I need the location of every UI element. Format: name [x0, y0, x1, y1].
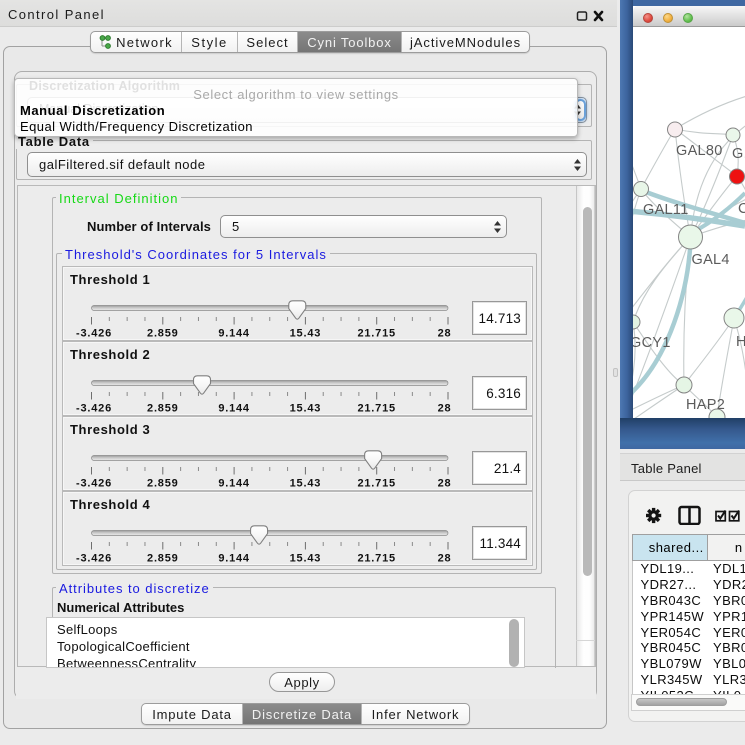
svg-text:-3.426: -3.426: [76, 403, 112, 415]
svg-text:21.715: 21.715: [357, 553, 395, 565]
svg-text:21.715: 21.715: [357, 328, 395, 340]
svg-text:-3.426: -3.426: [76, 478, 112, 490]
svg-text:21.715: 21.715: [357, 403, 395, 415]
svg-text:15.43: 15.43: [290, 478, 322, 490]
svg-text:9.144: 9.144: [218, 478, 250, 490]
svg-text:H: H: [736, 334, 745, 350]
svg-text:15.43: 15.43: [290, 553, 322, 565]
svg-text:21.715: 21.715: [357, 478, 395, 490]
svg-text:28: 28: [438, 328, 452, 340]
svg-text:28: 28: [438, 403, 452, 415]
svg-text:2.859: 2.859: [147, 478, 179, 490]
svg-text:-3.426: -3.426: [76, 328, 112, 340]
svg-text:28: 28: [438, 478, 452, 490]
svg-text:GAL80: GAL80: [676, 143, 723, 159]
svg-text:C: C: [738, 201, 745, 217]
svg-text:GAL4: GAL4: [692, 252, 730, 268]
svg-text:9.144: 9.144: [218, 553, 250, 565]
svg-text:HAP2: HAP2: [686, 397, 725, 413]
svg-text:15.43: 15.43: [290, 403, 322, 415]
svg-text:2.859: 2.859: [147, 328, 179, 340]
svg-text:28: 28: [438, 553, 452, 565]
svg-text:15.43: 15.43: [290, 328, 322, 340]
svg-text:G.: G.: [732, 146, 745, 162]
svg-text:2.859: 2.859: [147, 553, 179, 565]
svg-text:9.144: 9.144: [218, 403, 250, 415]
svg-text:-3.426: -3.426: [76, 553, 112, 565]
svg-text:GAL11: GAL11: [643, 202, 689, 218]
svg-text:2.859: 2.859: [147, 403, 179, 415]
svg-text:GCY1: GCY1: [633, 335, 671, 351]
svg-text:9.144: 9.144: [218, 328, 250, 340]
